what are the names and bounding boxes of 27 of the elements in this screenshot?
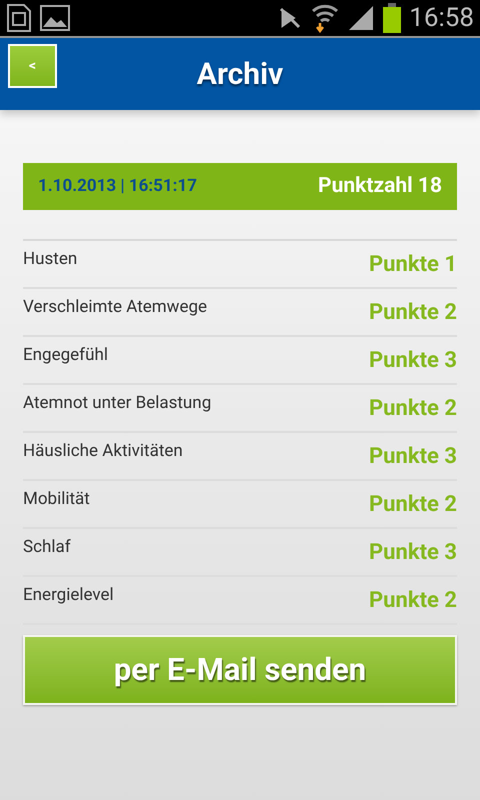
sim-card-icon	[6, 3, 32, 33]
wifi-icon	[311, 3, 340, 33]
symptom-label: Husten	[23, 248, 78, 272]
battery-icon	[383, 3, 402, 33]
symptom-label: Atemnot unter Belastung	[23, 392, 212, 416]
symptom-label: Energielevel	[23, 584, 114, 608]
symptom-points: Punkte 1	[369, 250, 457, 278]
image-icon	[40, 5, 70, 31]
symptom-label: Mobilität	[23, 488, 90, 512]
symptom-points: Punkte 2	[369, 490, 457, 518]
page-title: Archiv	[196, 56, 284, 94]
symptom-label: Schlaf	[23, 536, 71, 560]
signal-icon	[347, 4, 376, 32]
symptom-points: Punkte 2	[369, 394, 457, 422]
symptom-points: Punkte 2	[369, 298, 457, 326]
symptom-label: Häusliche Aktivitäten	[23, 440, 183, 464]
symptom-points: Punkte 2	[369, 586, 457, 614]
send-email-button[interactable]: per E-Mail senden	[23, 635, 457, 705]
entry-datetime: 1.10.2013 | 16:51:17	[38, 174, 197, 198]
back-button[interactable]: <	[8, 44, 57, 88]
total-score: Punktzahl 18	[318, 172, 442, 200]
symptom-points: Punkte 3	[369, 538, 457, 566]
clock: 16:58	[409, 5, 474, 31]
symptom-label: Verschleimte Atemwege	[23, 296, 208, 320]
symptom-label: Engegefühl	[23, 344, 108, 368]
symptom-points: Punkte 3	[369, 346, 457, 374]
symptom-points: Punkte 3	[369, 442, 457, 470]
